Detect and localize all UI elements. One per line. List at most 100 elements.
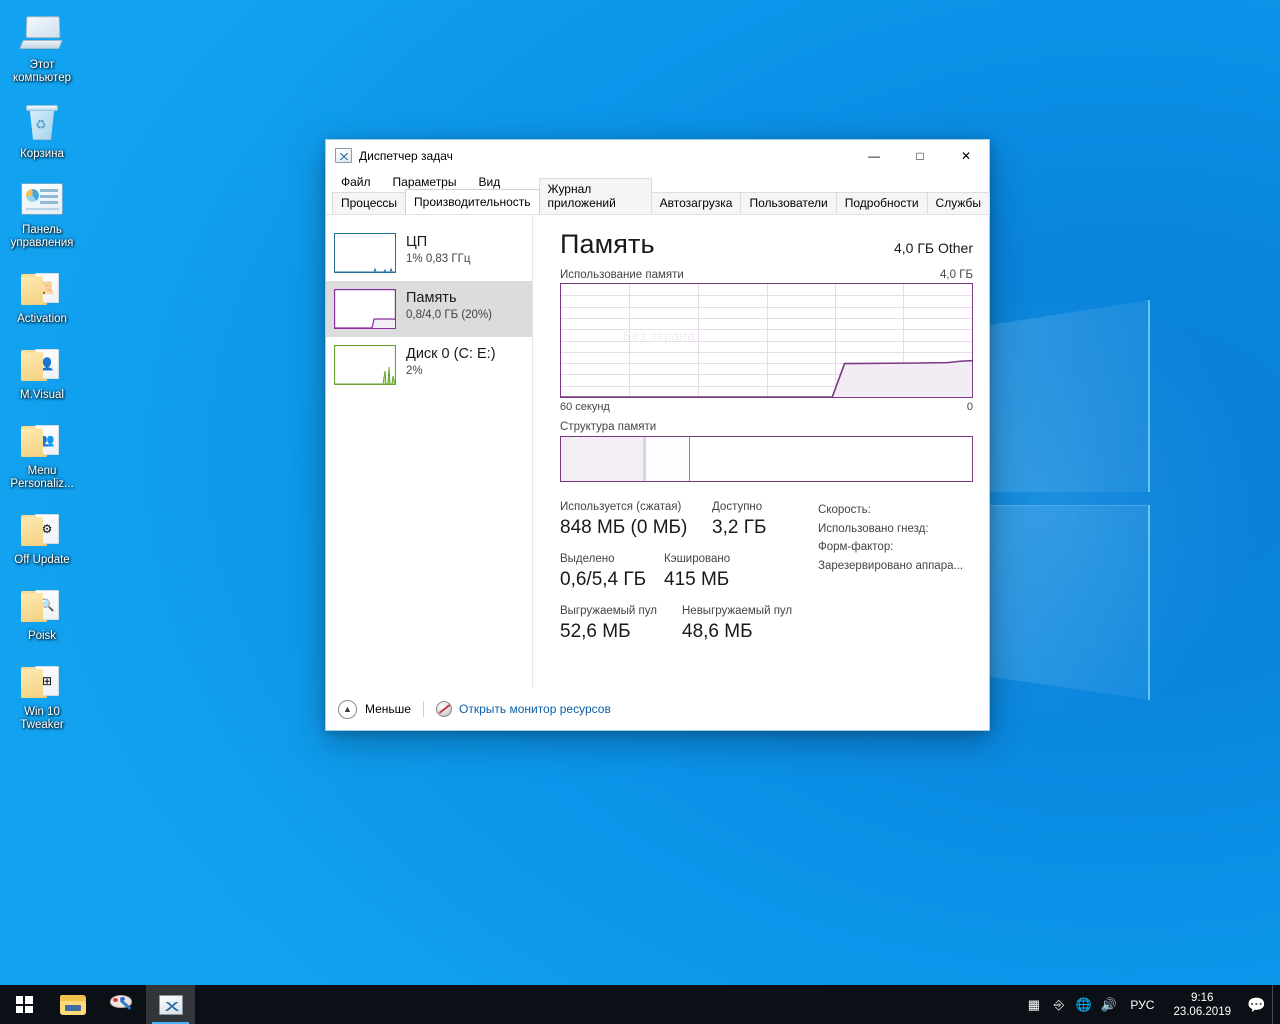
sidebar-item-disk0[interactable]: Диск 0 (C: E:) 2% bbox=[326, 337, 532, 393]
graph-axis-right: 0 bbox=[966, 401, 973, 413]
resource-monitor-icon bbox=[435, 701, 452, 717]
task-manager-icon bbox=[335, 148, 352, 163]
stat-value: 0,6/5,4 ГБ bbox=[560, 569, 647, 590]
sidebar-item-label: Память bbox=[406, 290, 457, 306]
desktop-icon-list: Этот компьютер ♻ Корзина Панель управлен… bbox=[0, 6, 84, 742]
folder-icon: ⚙ bbox=[18, 507, 66, 551]
keyboard-icon[interactable]: ▦ bbox=[1021, 985, 1046, 1024]
stat-value: 848 МБ (0 МБ) bbox=[560, 517, 688, 538]
memory-thumbnail-graph bbox=[334, 289, 396, 329]
statistics-columns: Используется (сжатая) 848 МБ (0 МБ) Дост… bbox=[560, 500, 810, 656]
desktop-icon-recycle-bin[interactable]: ♻ Корзина bbox=[0, 95, 84, 165]
desktop-icon-label: Off Update bbox=[14, 554, 70, 566]
computer-icon bbox=[18, 12, 66, 56]
tab-services[interactable]: Службы bbox=[926, 192, 990, 214]
page-title: Память bbox=[560, 229, 655, 259]
sidebar-item-cpu[interactable]: ЦП 1% 0,83 ГГц bbox=[326, 225, 532, 281]
usb-eject-icon[interactable]: ⎆ bbox=[1046, 985, 1071, 1024]
menu-file[interactable]: Файл bbox=[338, 173, 374, 191]
open-resource-monitor-link[interactable]: Открыть монитор ресурсов bbox=[435, 701, 611, 717]
window-footer: ▲ Меньше Открыть монитор ресурсов bbox=[326, 688, 989, 730]
taskbar: ▦ ⎆ 🌐 🔊 РУС 9:16 23.06.2019 💬 bbox=[0, 985, 1280, 1024]
hardware-info: Скорость: Использовано гнезд: Форм-факто… bbox=[810, 500, 963, 656]
windows-start-icon bbox=[15, 996, 33, 1013]
disk-thumbnail-graph bbox=[334, 345, 396, 385]
desktop-icon-off-update[interactable]: ⚙ Off Update bbox=[0, 501, 84, 571]
desktop-background: Этот компьютер ♻ Корзина Панель управлен… bbox=[0, 0, 1280, 1024]
sidebar-item-sublabel: 2% bbox=[406, 365, 423, 377]
stat-value: 48,6 МБ bbox=[682, 621, 753, 642]
stat-nonpaged-pool: Невыгружаемый пул 48,6 МБ bbox=[682, 604, 792, 644]
stat-label: Невыгружаемый пул bbox=[682, 605, 793, 617]
hardware-speed: Скорость: bbox=[818, 504, 871, 516]
stat-label: Доступно bbox=[712, 501, 763, 513]
composition-segment-inuse bbox=[561, 437, 647, 481]
show-desktop-button[interactable] bbox=[1272, 985, 1278, 1024]
system-tray: ▦ ⎆ 🌐 🔊 РУС 9:16 23.06.2019 💬 bbox=[1021, 985, 1280, 1024]
close-button[interactable]: ✕ bbox=[943, 140, 989, 171]
stat-value: 415 МБ bbox=[664, 569, 730, 590]
desktop-icon-label: Win 10 Tweaker bbox=[20, 706, 64, 731]
memory-usage-graph[interactable]: Без экрана bbox=[560, 283, 973, 398]
hardware-reserved: Зарезервировано аппара... bbox=[818, 559, 964, 572]
stat-row: Используется (сжатая) 848 МБ (0 МБ) Дост… bbox=[560, 500, 810, 540]
folder-icon: 👥 bbox=[18, 418, 66, 462]
tab-processes[interactable]: Процессы bbox=[332, 192, 407, 214]
desktop-icon-label: Корзина bbox=[20, 148, 64, 160]
fewer-details-button[interactable]: ▲ Меньше bbox=[338, 699, 411, 719]
stat-value: 52,6 МБ bbox=[560, 621, 631, 642]
window-controls: — □ ✕ bbox=[851, 140, 989, 171]
sidebar-item-memory[interactable]: Память 0,8/4,0 ГБ (20%) bbox=[326, 281, 532, 337]
fewer-details-label: Меньше bbox=[365, 702, 411, 716]
graph-caption-right: 4,0 ГБ bbox=[940, 269, 973, 281]
task-manager-icon bbox=[158, 994, 183, 1015]
window-titlebar[interactable]: Диспетчер задач — □ ✕ bbox=[326, 140, 989, 171]
folder-icon: 🔍 bbox=[18, 583, 66, 627]
composition-segment-modified bbox=[646, 437, 690, 481]
memory-composition-bar[interactable] bbox=[560, 436, 973, 482]
graph-caption-left: Использование памяти bbox=[560, 269, 684, 281]
start-button[interactable] bbox=[0, 985, 48, 1024]
maximize-button[interactable]: □ bbox=[897, 140, 943, 171]
taskbar-item-file-explorer[interactable] bbox=[48, 985, 97, 1024]
desktop-icon-mvisual[interactable]: 👤 M.Visual bbox=[0, 336, 84, 406]
network-offline-icon[interactable]: 🌐 bbox=[1071, 985, 1096, 1024]
sidebar-item-label: Диск 0 (C: E:) bbox=[406, 346, 496, 362]
desktop-icon-this-computer[interactable]: Этот компьютер bbox=[0, 6, 84, 89]
control-panel-icon bbox=[18, 177, 66, 221]
resource-monitor-label: Открыть монитор ресурсов bbox=[458, 702, 611, 716]
desktop-icon-poisk[interactable]: 🔍 Poisk bbox=[0, 577, 84, 647]
clock[interactable]: 9:16 23.06.2019 bbox=[1163, 985, 1241, 1024]
footer-separator bbox=[422, 701, 424, 717]
tab-startup[interactable]: Автозагрузка bbox=[650, 192, 742, 214]
folder-icon: 📜 bbox=[18, 266, 66, 310]
tab-app-history[interactable]: Журнал приложений bbox=[538, 178, 652, 214]
volume-icon[interactable]: 🔊 bbox=[1096, 985, 1121, 1024]
tab-bar: Процессы Производительность Журнал прило… bbox=[326, 178, 990, 215]
hardware-slots-used: Использовано гнезд: bbox=[818, 522, 929, 535]
desktop-icon-win10-tweaker[interactable]: ⊞ Win 10 Tweaker bbox=[0, 653, 84, 736]
tab-performance[interactable]: Производительность bbox=[405, 189, 540, 214]
minimize-button[interactable]: — bbox=[851, 140, 897, 171]
desktop-icon-activation[interactable]: 📜 Activation bbox=[0, 260, 84, 330]
stat-committed: Выделено 0,6/5,4 ГБ bbox=[560, 552, 664, 592]
memory-total-label: 4,0 ГБ Other bbox=[893, 240, 973, 256]
stat-label: Выделено bbox=[560, 553, 615, 565]
taskbar-item-task-manager[interactable] bbox=[146, 985, 195, 1024]
desktop-icon-menu-personalization[interactable]: 👥 Menu Personaliz... bbox=[0, 412, 84, 495]
desktop-icon-label: M.Visual bbox=[20, 389, 64, 401]
desktop-icon-label: Activation bbox=[17, 313, 67, 325]
action-center-button[interactable]: 💬 bbox=[1241, 985, 1272, 1024]
graph-caption: Использование памяти 4,0 ГБ bbox=[560, 269, 973, 281]
desktop-icon-label: Этот компьютер bbox=[13, 59, 71, 84]
language-indicator[interactable]: РУС bbox=[1121, 985, 1163, 1024]
tab-details[interactable]: Подробности bbox=[835, 192, 928, 214]
cpu-thumbnail-graph bbox=[334, 233, 396, 273]
tab-users[interactable]: Пользователи bbox=[740, 192, 837, 214]
memory-usage-plot bbox=[561, 359, 972, 397]
desktop-icon-control-panel[interactable]: Панель управления bbox=[0, 171, 84, 254]
clock-time: 9:16 bbox=[1191, 991, 1214, 1004]
recycle-bin-icon: ♻ bbox=[18, 101, 66, 145]
taskbar-item-paint[interactable] bbox=[97, 985, 146, 1024]
stat-paged-pool: Выгружаемый пул 52,6 МБ bbox=[560, 604, 682, 644]
